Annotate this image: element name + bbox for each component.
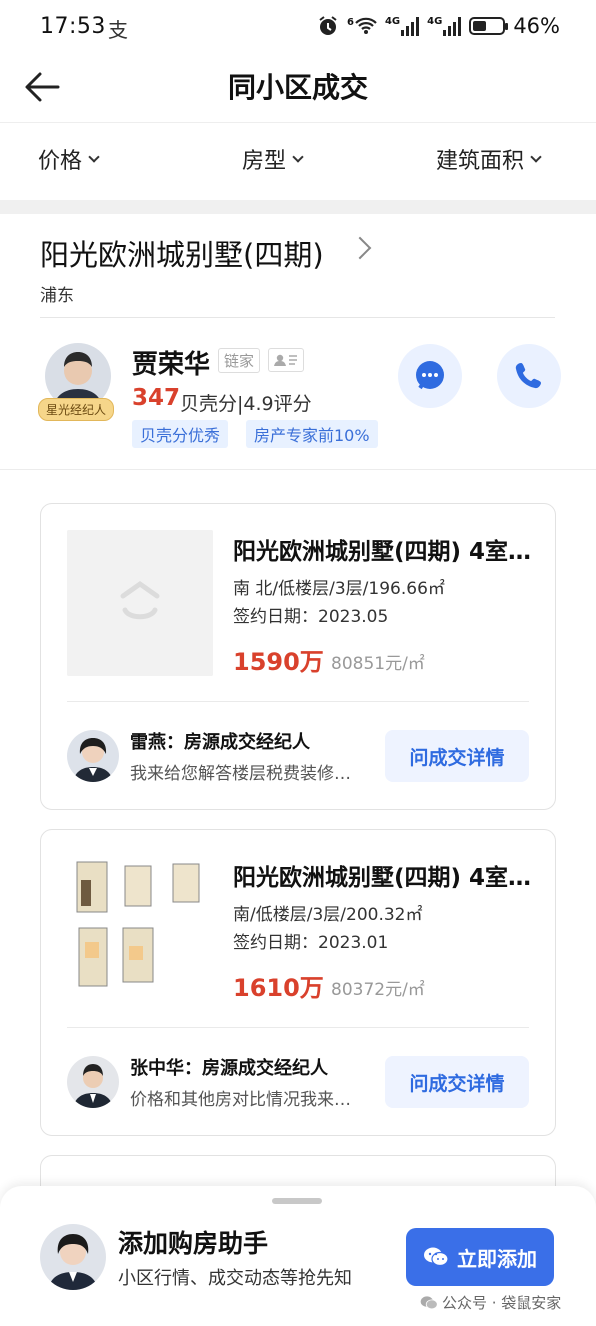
- filter-area[interactable]: 建筑面积: [436, 143, 542, 175]
- id-card-icon[interactable]: [268, 348, 304, 372]
- deal-agent-name: 张中华：房源成交经纪人: [130, 1058, 328, 1079]
- agent-avatar[interactable]: [67, 1056, 119, 1108]
- filter-label: 价格: [38, 149, 83, 174]
- assistant-subtitle: 小区行情、成交动态等抢先知: [118, 1268, 352, 1289]
- community-name[interactable]: 阳光欧洲城别墅(四期): [40, 232, 324, 274]
- status-bar: 17:53 支 6 4G 4G 46%: [0, 0, 596, 56]
- alarm-icon: [319, 16, 337, 35]
- alipay-icon: 支: [108, 18, 128, 42]
- agent-name: 贾荣华: [132, 350, 211, 380]
- listing-title: 阳光欧洲城别墅(四期) 4室2厅: [233, 865, 538, 891]
- deal-card[interactable]: 阳光欧洲城别墅(四期) 4室2厅 南/低楼层/3层/200.32㎡ 签约日期：2…: [40, 829, 556, 1136]
- chevron-down-icon: [292, 151, 304, 163]
- listing-unit-price: 80851元/㎡: [331, 654, 425, 674]
- listing-price: 1610万: [233, 974, 324, 1002]
- ask-deal-details-button[interactable]: 问成交详情: [385, 1056, 529, 1108]
- section-separator: [0, 200, 596, 214]
- listing-title: 阳光欧洲城别墅(四期) 4室2厅: [233, 539, 538, 565]
- listing-unit-price: 80372元/㎡: [331, 980, 425, 1000]
- deal-agent-message: 我来给您解答楼层税费装修等问题: [130, 764, 362, 784]
- divider: [67, 1027, 529, 1028]
- community-district: 浦东: [40, 286, 74, 306]
- assistant-title: 添加购房助手: [118, 1229, 269, 1258]
- watermark-text: 公众号 · 袋鼠安家: [442, 1294, 562, 1312]
- listing-image-placeholder: [67, 530, 213, 676]
- agent-avatar[interactable]: [67, 730, 119, 782]
- watermark: 公众号 · 袋鼠安家: [420, 1292, 561, 1313]
- filter-price[interactable]: 价格: [38, 143, 100, 175]
- add-assistant-button[interactable]: 立即添加: [406, 1228, 554, 1286]
- assistant-sheet: 添加购房助手 小区行情、成交动态等抢先知 立即添加 公众号 · 袋鼠安家: [0, 1186, 596, 1326]
- filter-bar: 价格 房型 建筑面积: [0, 122, 596, 199]
- signal-icon: [401, 16, 420, 36]
- page-title: 同小区成交: [227, 71, 368, 104]
- assistant-avatar: [40, 1224, 106, 1290]
- listing-price: 1590万: [233, 648, 324, 676]
- listing-date: 签约日期：2023.01: [233, 933, 389, 953]
- filter-label: 房型: [242, 149, 287, 174]
- wechat-icon: [424, 1247, 449, 1267]
- listing-date: 签约日期：2023.05: [233, 607, 389, 627]
- listing-spec: 南/低楼层/3层/200.32㎡: [233, 905, 423, 925]
- chevron-down-icon: [530, 151, 542, 163]
- net-label-3: 4G: [427, 16, 443, 27]
- agent-score: 347: [132, 385, 181, 411]
- floor-plan-image: [67, 856, 213, 1002]
- agent-score-text: 贝壳分|4.9评分: [180, 393, 312, 415]
- add-assistant-label: 立即添加: [457, 1246, 537, 1271]
- net-label-1: 6: [347, 17, 354, 28]
- phone-icon: [515, 363, 541, 389]
- divider: [67, 701, 529, 702]
- star-agent-badge: 星光经纪人: [38, 398, 115, 421]
- brand-tag: 链家: [218, 348, 261, 373]
- wifi-icon: [355, 17, 377, 34]
- wechat-icon: [420, 1295, 438, 1309]
- ask-deal-details-button[interactable]: 问成交详情: [385, 730, 529, 782]
- agent-tag: 贝壳分优秀: [132, 420, 229, 448]
- battery-percent: 46%: [513, 14, 560, 38]
- chat-bubble-icon: [416, 361, 444, 390]
- status-right: 6 4G 4G 46%: [317, 14, 560, 38]
- chat-button[interactable]: [398, 344, 462, 408]
- deal-agent-message: 价格和其他房对比情况我来解答: [130, 1090, 362, 1110]
- chevron-down-icon: [88, 151, 100, 163]
- drag-handle[interactable]: [272, 1198, 322, 1204]
- filter-label: 建筑面积: [436, 149, 525, 174]
- agent-tag: 房产专家前10%: [246, 420, 378, 448]
- deal-agent-name: 雷燕：房源成交经纪人: [130, 732, 310, 753]
- listing-spec: 南 北/低楼层/3层/196.66㎡: [233, 579, 445, 599]
- divider: [0, 469, 596, 470]
- status-time: 17:53: [40, 14, 106, 39]
- deal-card[interactable]: 阳光欧洲城别墅(四期) 4室2厅 南 北/低楼层/3层/196.66㎡ 签约日期…: [40, 503, 556, 810]
- chevron-right-icon[interactable]: [348, 236, 372, 260]
- call-button[interactable]: [497, 344, 561, 408]
- net-label-2: 4G: [384, 16, 401, 27]
- divider: [40, 317, 555, 318]
- signal-icon-2: [443, 16, 462, 36]
- battery-icon: [469, 17, 509, 35]
- filter-room-type[interactable]: 房型: [242, 143, 304, 175]
